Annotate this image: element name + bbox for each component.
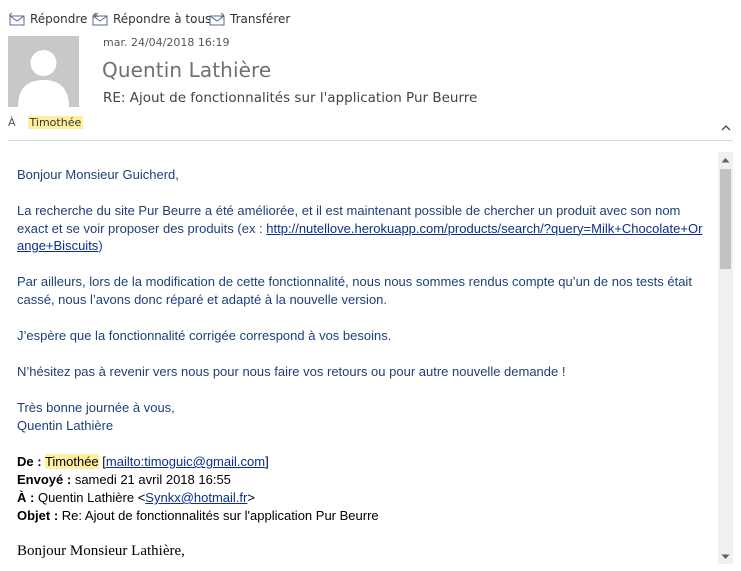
quoted-from-mailto-link[interactable]: mailto:timoguic@gmail.com xyxy=(106,454,265,469)
reply-all-icon xyxy=(92,12,108,26)
quoted-from-close: ] xyxy=(265,454,269,469)
scroll-down-button[interactable] xyxy=(718,549,733,564)
quoted-to-close: > xyxy=(247,490,255,505)
quoted-subject-row: Objet : Re: Ajout de fonctionnalités sur… xyxy=(17,507,707,525)
quoted-from-row: De : Timothée [mailto:timoguic@gmail.com… xyxy=(17,453,707,471)
body-paragraph-1-close: ) xyxy=(98,238,103,253)
quoted-sent-row: Envoyé : samedi 21 avril 2018 16:55 xyxy=(17,471,707,489)
quoted-subject-value: Re: Ajout de fonctionnalités sur l'appli… xyxy=(61,508,379,523)
collapse-header-button[interactable] xyxy=(719,120,733,134)
forward-icon xyxy=(209,12,225,26)
scroll-up-button[interactable] xyxy=(718,152,733,167)
reply-all-label: Répondre à tous xyxy=(113,12,212,26)
quoted-sent-value: samedi 21 avril 2018 16:55 xyxy=(74,472,231,487)
header-divider xyxy=(8,140,733,141)
forward-button[interactable]: Transférer xyxy=(209,9,290,29)
quoted-sent-label: Envoyé : xyxy=(17,472,72,487)
reply-icon xyxy=(9,12,25,26)
recipient-row: À Timothée xyxy=(8,116,84,129)
quoted-subject-label: Objet : xyxy=(17,508,59,523)
quoted-to-value: Quentin Lathière < xyxy=(37,490,146,505)
message-date: mar. 24/04/2018 16:19 xyxy=(103,36,230,49)
sender-name[interactable]: Quentin Lathière xyxy=(102,58,271,82)
scrollbar-thumb[interactable] xyxy=(720,169,731,269)
scroll-up-arrow-icon xyxy=(721,157,730,162)
scroll-down-arrow-icon xyxy=(721,554,730,559)
body-closing: Très bonne journée à vous, xyxy=(17,400,175,415)
person-icon xyxy=(8,36,79,107)
recipient-name[interactable]: Timothée xyxy=(27,116,84,129)
sender-avatar[interactable] xyxy=(8,36,79,107)
reply-label: Répondre xyxy=(30,12,88,26)
quoted-from-label: De : xyxy=(17,454,42,469)
quoted-from-name: Timothée xyxy=(44,454,99,469)
quoted-to-label: À : xyxy=(17,490,35,505)
body-scrollbar[interactable] xyxy=(718,152,733,564)
message-body: Bonjour Monsieur Guicherd, La recherche … xyxy=(8,152,718,564)
chevron-up-icon xyxy=(721,125,731,131)
quoted-to-email-link[interactable]: Synkx@hotmail.fr xyxy=(145,490,247,505)
forward-label: Transférer xyxy=(230,12,291,26)
body-greeting: Bonjour Monsieur Guicherd, xyxy=(17,167,179,182)
to-label: À xyxy=(8,116,16,129)
reply-all-button[interactable]: Répondre à tous xyxy=(92,9,211,29)
quoted-greeting: Bonjour Monsieur Lathière, xyxy=(17,543,185,559)
body-paragraph-4: N’hésitez pas à revenir vers nous pour n… xyxy=(17,364,566,379)
reply-button[interactable]: Répondre xyxy=(9,9,87,29)
message-subject: RE: Ajout de fonctionnalités sur l'appli… xyxy=(103,90,478,106)
body-paragraph-3: J’espère que la fonctionnalité corrigée … xyxy=(17,328,392,343)
body-signature: Quentin Lathière xyxy=(17,418,114,433)
reading-pane-toolbar: Répondre Répondre à tous Transférer xyxy=(0,0,741,36)
body-paragraph-1: La recherche du site Pur Beurre a été am… xyxy=(17,202,707,255)
quoted-to-row: À : Quentin Lathière <Synkx@hotmail.fr> xyxy=(17,489,707,507)
body-paragraph-2: Par ailleurs, lors de la modification de… xyxy=(17,274,692,307)
